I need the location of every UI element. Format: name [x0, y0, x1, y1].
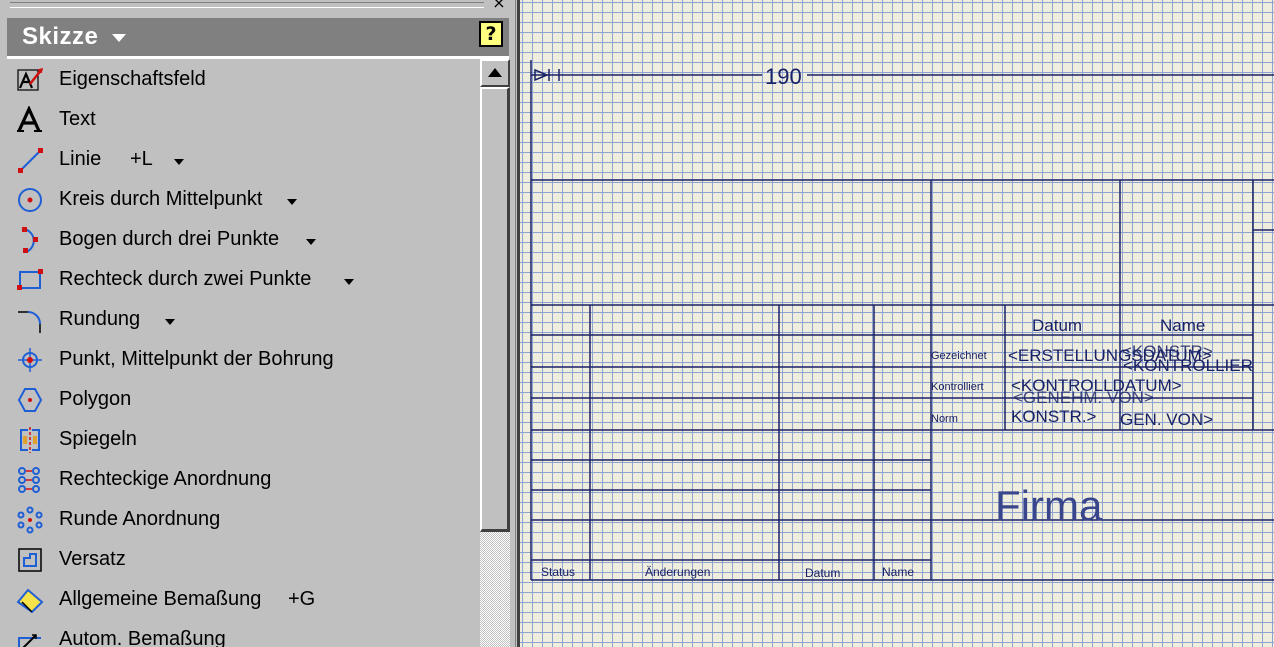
panel-header: Skizze ?	[7, 18, 509, 56]
title-block-row-drawn: Gezeichnet	[931, 350, 987, 362]
panel-separator	[7, 56, 509, 59]
tool-label: Rechteckige Anordnung	[59, 468, 272, 490]
tool-shortcut: +L	[130, 148, 153, 170]
dropdown-arrow-icon[interactable]	[165, 319, 175, 325]
panel-scrollbar[interactable]	[480, 59, 510, 647]
tool-item-rundung[interactable]: Rundung	[8, 300, 480, 340]
browser-panel: × Skizze ? Eigenschaftsfeld Text Linie +…	[0, 0, 516, 647]
hole-center-point-icon	[16, 346, 44, 374]
title-block-checked-name[interactable]: <KONTROLLIER	[1123, 356, 1253, 376]
mirror-icon	[16, 426, 44, 454]
tool-item-eigenschaftsfeld[interactable]: Eigenschaftsfeld	[8, 60, 480, 100]
tool-label: Linie	[59, 148, 102, 170]
revision-col-date: Datum	[805, 566, 841, 580]
tool-item-linie[interactable]: Linie +L	[8, 140, 480, 180]
tool-label: Allgemeine Bemaßung	[59, 588, 262, 610]
rectangular-pattern-icon	[16, 466, 44, 494]
panel-close-icon[interactable]: ×	[490, 0, 508, 11]
help-icon[interactable]: ?	[479, 21, 503, 47]
tool-item-allgemeine-bemassung[interactable]: Allgemeine Bemaßung +G	[8, 580, 480, 620]
general-dimension-icon	[16, 586, 44, 614]
drawing-canvas[interactable]: 190 Datum Name Gezeichnet Kontrolliert N…	[517, 0, 1274, 647]
tool-label: Autom. Bemaßung	[59, 628, 226, 647]
tool-item-rechteckige-anordnung[interactable]: Rechteckige Anordnung	[8, 460, 480, 500]
scroll-thumb[interactable]	[480, 87, 510, 532]
sketch-tool-list: Eigenschaftsfeld Text Linie +L Kreis dur…	[8, 60, 480, 647]
canvas-edge	[517, 0, 520, 647]
scroll-track[interactable]	[480, 532, 510, 647]
tool-item-spiegeln[interactable]: Spiegeln	[8, 420, 480, 460]
tool-label: Rechteck durch zwei Punkte	[59, 268, 312, 290]
chevron-down-icon[interactable]	[112, 34, 126, 42]
panel-splitter[interactable]	[510, 0, 516, 647]
scroll-up-button[interactable]	[480, 59, 510, 87]
panel-grip-bar[interactable]: ×	[0, 0, 516, 16]
tool-label: Polygon	[59, 388, 132, 410]
arrow-up-icon	[488, 68, 502, 77]
tool-label: Eigenschaftsfeld	[59, 68, 206, 90]
tool-item-bogen[interactable]: Bogen durch drei Punkte	[8, 220, 480, 260]
tool-item-polygon[interactable]: Polygon	[8, 380, 480, 420]
panel-grip-track	[10, 2, 484, 8]
arc-three-points-icon	[16, 226, 44, 254]
line-icon	[16, 146, 44, 174]
offset-icon	[16, 546, 44, 574]
text-icon	[16, 106, 44, 134]
tool-label: Text	[59, 108, 96, 130]
title-block-norm-konstr[interactable]: KONSTR.>	[1011, 407, 1097, 427]
tool-item-autom-bemassung[interactable]: Autom. Bemaßung	[8, 620, 480, 647]
dimension-value[interactable]: 190	[765, 64, 802, 90]
title-block-col-name: Name	[1160, 316, 1206, 335]
tool-item-kreis[interactable]: Kreis durch Mittelpunkt	[8, 180, 480, 220]
fillet-icon	[16, 306, 44, 334]
panel-title-skizze[interactable]: Skizze	[22, 23, 98, 51]
title-block-row-checked: Kontrolliert	[931, 381, 984, 393]
dropdown-arrow-icon[interactable]	[287, 199, 297, 205]
tool-label: Runde Anordnung	[59, 508, 221, 530]
title-block-company[interactable]: Firma	[995, 482, 1102, 530]
polygon-icon	[16, 386, 44, 414]
tool-item-runde-anordnung[interactable]: Runde Anordnung	[8, 500, 480, 540]
tool-item-versatz[interactable]: Versatz	[8, 540, 480, 580]
title-block-norm-gen[interactable]: GEN. VON>	[1120, 410, 1213, 430]
circle-center-icon	[16, 186, 44, 214]
revision-col-name: Name	[882, 565, 915, 579]
title-block-approved[interactable]: <GENEHM. VON>	[1013, 388, 1154, 408]
tool-label: Bogen durch drei Punkte	[59, 228, 280, 250]
tool-label: Versatz	[59, 548, 126, 570]
rectangle-two-points-icon	[16, 266, 44, 294]
tool-item-punkt[interactable]: Punkt, Mittelpunkt der Bohrung	[8, 340, 480, 380]
tool-item-rechteck[interactable]: Rechteck durch zwei Punkte	[8, 260, 480, 300]
dropdown-arrow-icon[interactable]	[306, 239, 316, 245]
revision-col-changes: Änderungen	[645, 565, 711, 579]
tool-label: Spiegeln	[59, 428, 137, 450]
tool-label: Punkt, Mittelpunkt der Bohrung	[59, 348, 334, 370]
dropdown-arrow-icon[interactable]	[344, 279, 354, 285]
title-block-col-datum: Datum	[1032, 316, 1083, 335]
tool-label: Rundung	[59, 308, 141, 330]
tool-shortcut: +G	[288, 588, 316, 610]
title-block-row-norm: Norm	[931, 413, 958, 425]
circular-pattern-icon	[16, 506, 44, 534]
tool-item-text[interactable]: Text	[8, 100, 480, 140]
revision-col-status: Status	[541, 565, 576, 579]
auto-dimension-icon	[16, 626, 44, 647]
properties-field-icon	[16, 66, 44, 94]
tool-label: Kreis durch Mittelpunkt	[59, 188, 263, 210]
dropdown-arrow-icon[interactable]	[174, 159, 184, 165]
